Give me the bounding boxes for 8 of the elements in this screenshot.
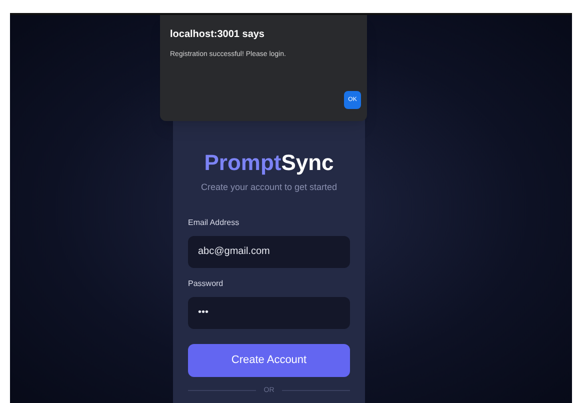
brand-logo: PromptSync bbox=[204, 150, 334, 175]
dialog-title: localhost:3001 says bbox=[170, 28, 266, 42]
input-field[interactable]: abc@gmail.com bbox=[188, 236, 350, 268]
field-label: Password bbox=[188, 278, 224, 290]
subtitle: Create your account to get started bbox=[200, 181, 338, 194]
field-label: Email Address bbox=[188, 216, 240, 228]
create-account-button[interactable]: Create Account bbox=[188, 344, 350, 376]
input-field[interactable]: ••• bbox=[188, 296, 350, 328]
